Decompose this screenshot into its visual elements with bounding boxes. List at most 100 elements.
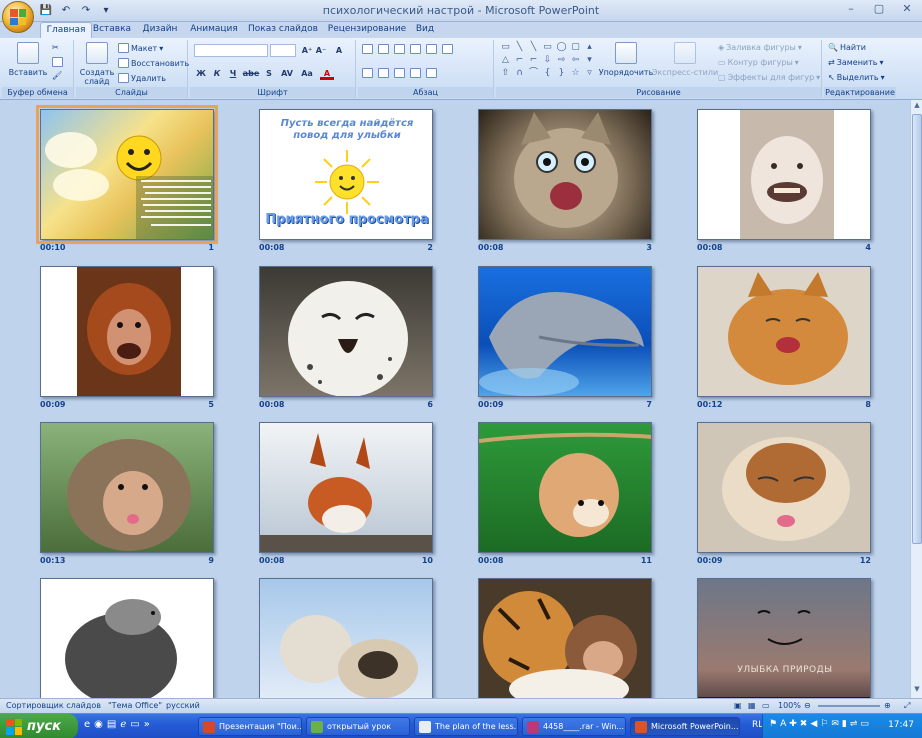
shape-outline-button[interactable]: ▭ Контур фигуры ▾ [718,58,799,67]
slide-thumbnail-15[interactable] [478,578,652,698]
media-icon[interactable]: ◉ [94,719,103,730]
underline-button[interactable]: Ч [226,68,240,80]
change-case-button[interactable]: Aa [300,68,314,80]
close-button[interactable]: ✕ [898,2,916,15]
status-language[interactable]: русский [166,701,200,710]
zoom-slider[interactable] [818,705,880,707]
cut-icon[interactable]: ✂ [52,43,59,52]
more-icon[interactable]: » [144,719,150,730]
security-icon[interactable]: ✖ [800,719,808,729]
tab-insert[interactable]: Вставка [92,22,132,38]
shadow-button[interactable]: S [262,68,276,80]
slide-thumbnail-11[interactable] [478,422,652,553]
char-spacing-button[interactable]: AV [278,68,296,80]
select-button[interactable]: ↖ Выделить ▾ [828,73,885,82]
usb-icon[interactable]: ⇌ [850,719,858,729]
brace-right-shape-icon: } [558,68,565,78]
vertical-scrollbar[interactable]: ▲ ▼ [910,100,922,698]
display-icon[interactable]: ▭ [860,719,869,729]
tab-view[interactable]: Вид [414,22,436,38]
start-button[interactable]: пуск [0,714,78,738]
zoom-in-icon[interactable]: ⊕ [884,701,891,710]
clear-format-button[interactable]: A [332,45,346,57]
font-size-input[interactable] [270,44,296,57]
slide-thumbnail-1[interactable] [36,105,218,244]
font-name-input[interactable] [194,44,268,57]
antivirus-icon[interactable]: A [780,719,786,729]
office-button[interactable] [2,1,34,33]
network-icon[interactable]: ⚑ [769,719,777,729]
new-slide-button[interactable]: Создать слайд [80,42,114,86]
browser-icon[interactable]: ℯ [120,719,126,730]
bold-button[interactable]: Ж [194,68,208,80]
minimize-button[interactable]: – [842,2,860,15]
tab-review[interactable]: Рецензирование [326,22,408,38]
scroll-down-icon[interactable]: ▼ [912,685,922,697]
battery-icon[interactable]: ▮ [842,719,847,729]
taskbar-item-presentation[interactable]: Презентация "Пои... [198,717,302,736]
paste-button[interactable]: Вставить [9,42,47,77]
slide-thumbnail-9[interactable] [40,422,214,553]
volume-icon[interactable]: ◀ [810,719,817,729]
slide-thumbnail-10[interactable] [259,422,433,553]
slide-thumbnail-7[interactable] [478,266,652,397]
shrink-font-button[interactable]: A⁻ [314,45,328,57]
normal-view-icon[interactable]: ▣ [734,701,742,710]
reset-button[interactable]: Восстановить [118,58,189,68]
find-button[interactable]: 🔍 Найти [828,43,866,52]
font-color-button[interactable]: A [320,68,334,80]
taskbar-item-powerpoint[interactable]: Microsoft PowerPoin... [630,717,740,736]
flag-icon[interactable]: ⚐ [820,719,828,729]
taskbar-item-rar[interactable]: 4458____.rar - Win... [522,717,626,736]
fit-window-icon[interactable]: ⤢ [904,701,910,711]
layout-icon [118,43,129,53]
tab-animation[interactable]: Анимация [188,22,240,38]
strikethrough-button[interactable]: abe [242,68,260,80]
maximize-button[interactable]: ▢ [870,2,888,15]
slide-thumbnail-3[interactable] [478,109,652,240]
taskbar-item-open-lesson[interactable]: открытый урок [306,717,410,736]
slide-thumbnail-14[interactable] [259,578,433,698]
slide-thumbnail-8[interactable] [697,266,871,397]
shape-effects-button[interactable]: ▢ Эффекты для фигур ▾ [718,73,820,82]
zoom-level[interactable]: 100% [778,701,801,710]
editing-group-title: Редактирование [824,87,896,98]
shapes-gallery[interactable]: ▭ ╲ ╲ ▭ ◯ ▢ ▴ △ ⌐ ⌐ ⇩ ⇨ ⇦ ▾ ⇧ ∩ ⌒ {} ☆ ▿ [500,42,592,79]
slide-thumbnail-16[interactable]: УЛЫБКА ПРИРОДЫ [697,578,871,698]
tab-design[interactable]: Дизайн [140,22,180,38]
italic-button[interactable]: К [210,68,224,80]
paste-icon [17,42,39,64]
format-painter-icon[interactable]: 🖌 [52,71,62,80]
scroll-up-icon[interactable]: ▲ [912,101,922,113]
slideshow-view-icon[interactable]: ▭ [762,701,770,710]
slide-thumbnail-2[interactable]: Пусть всегда найдётся повод для улыбки П… [259,109,433,240]
slide-thumbnail-6[interactable] [259,266,433,397]
grow-font-button[interactable]: A⁺ [300,45,314,57]
align-buttons[interactable] [362,68,437,78]
folder-icon[interactable]: ▤ [107,719,116,730]
slide-thumbnail-4[interactable] [697,109,871,240]
layout-button[interactable]: Макет ▾ [118,43,163,53]
scroll-thumb[interactable] [912,114,922,544]
list-buttons[interactable] [362,44,453,54]
zoom-out-icon[interactable]: ⊖ [804,701,811,710]
slide-thumbnail-13[interactable] [40,578,214,698]
laughing-kitten-image [514,112,618,228]
tab-home[interactable]: Главная [40,22,92,38]
delete-slide-button[interactable]: Удалить [118,73,166,83]
ie-icon[interactable]: e [84,719,90,730]
slide-thumbnail-5[interactable] [40,266,214,397]
slide-timing: 00:08 [259,556,285,565]
replace-button[interactable]: ⇄ Заменить ▾ [828,58,884,67]
copy-icon[interactable] [52,57,63,67]
quick-styles-button[interactable]: Экспресс-стили [652,42,718,77]
slide-thumbnail-12[interactable] [697,422,871,553]
shape-fill-button[interactable]: ◈ Заливка фигуры ▾ [718,43,802,52]
sorter-view-icon[interactable]: ▦ [748,701,756,710]
tab-slideshow[interactable]: Показ слайдов [248,22,318,38]
shield-icon[interactable]: ✚ [789,719,797,729]
update-icon[interactable]: ✉ [831,719,839,729]
desktop-icon[interactable]: ▭ [130,719,139,730]
arrange-button[interactable]: Упорядочить [598,42,654,77]
taskbar-item-lesson-plan[interactable]: The plan of the less... [414,717,518,736]
